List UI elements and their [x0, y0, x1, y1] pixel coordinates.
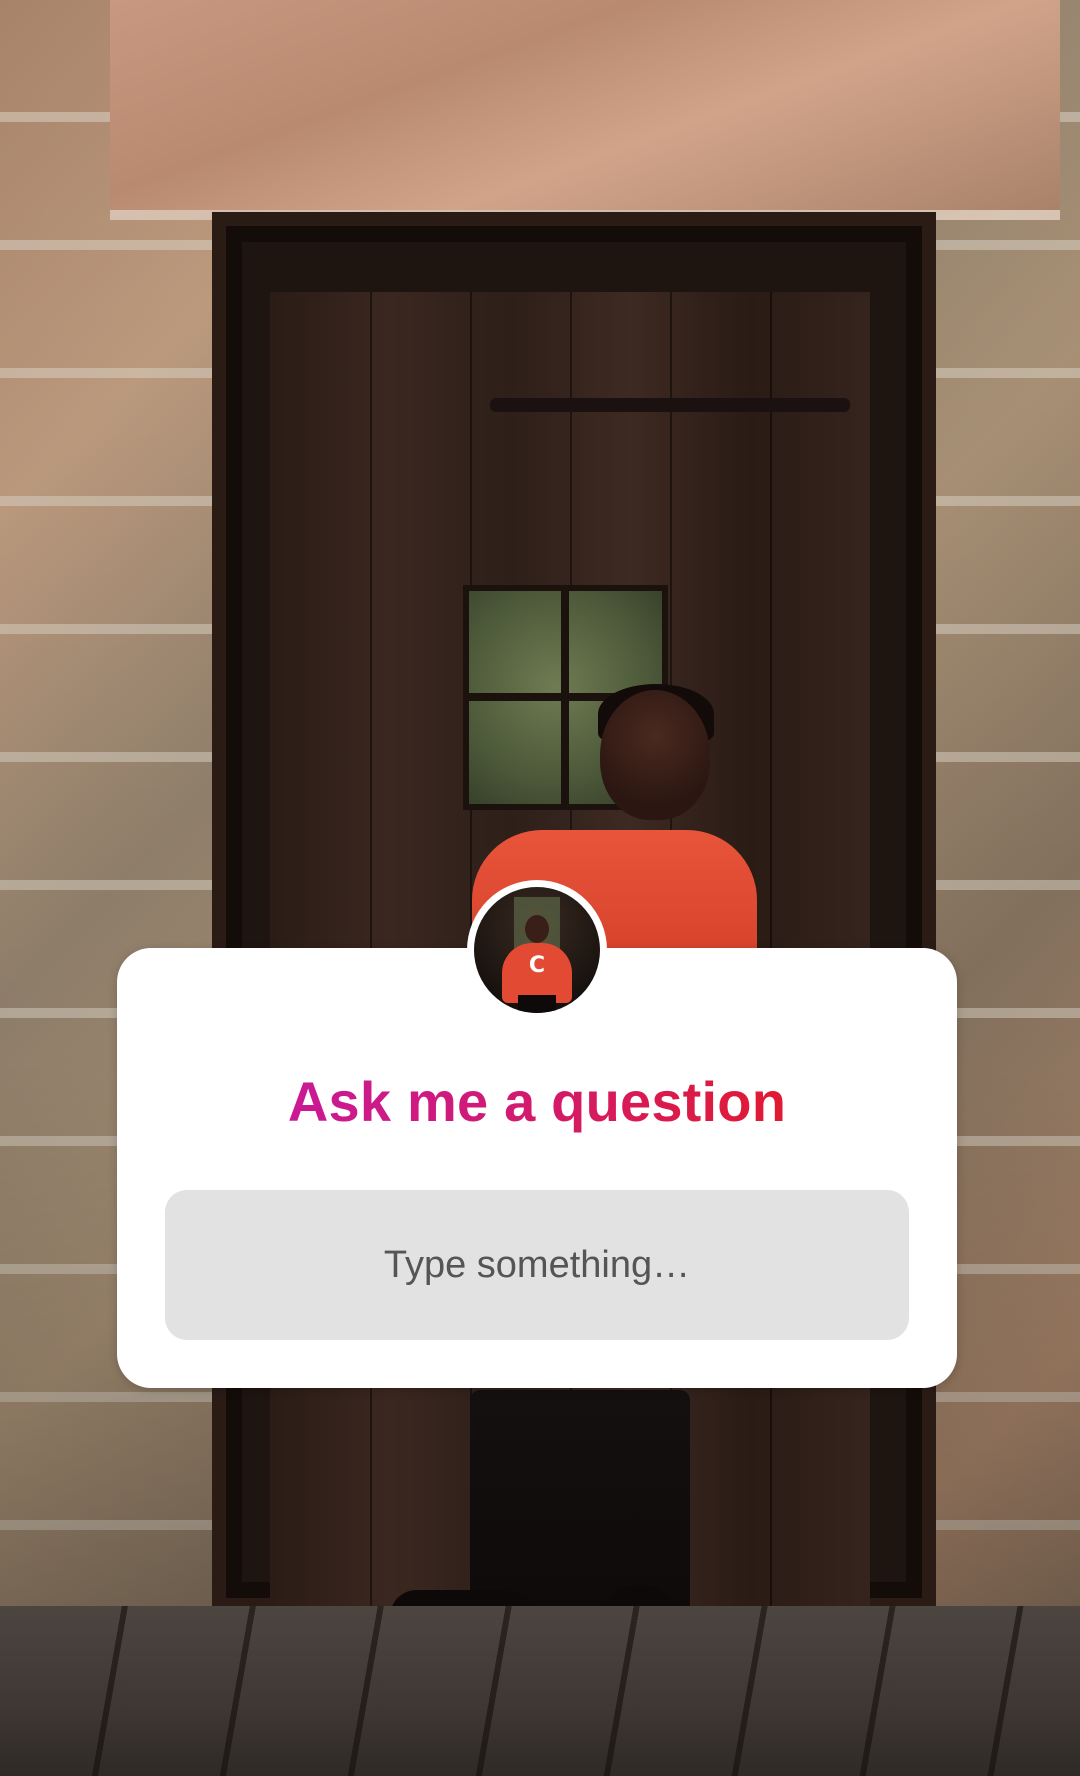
avatar-ring: C — [467, 880, 607, 1020]
avatar: C — [474, 887, 600, 1013]
avatar-person-head — [525, 915, 549, 943]
stone-wall-top — [110, 0, 1060, 220]
answer-input[interactable] — [165, 1190, 909, 1340]
sticker-title: Ask me a question — [0, 1062, 1074, 1142]
stone-floor — [0, 1606, 1080, 1776]
person-head — [600, 690, 710, 820]
door-hinge — [490, 398, 850, 412]
story-screen: C Ask me a question — [0, 0, 1080, 1776]
avatar-shirt-letter: C — [528, 953, 546, 978]
person-legs — [470, 1390, 690, 1620]
avatar-person-legs — [518, 995, 556, 1013]
